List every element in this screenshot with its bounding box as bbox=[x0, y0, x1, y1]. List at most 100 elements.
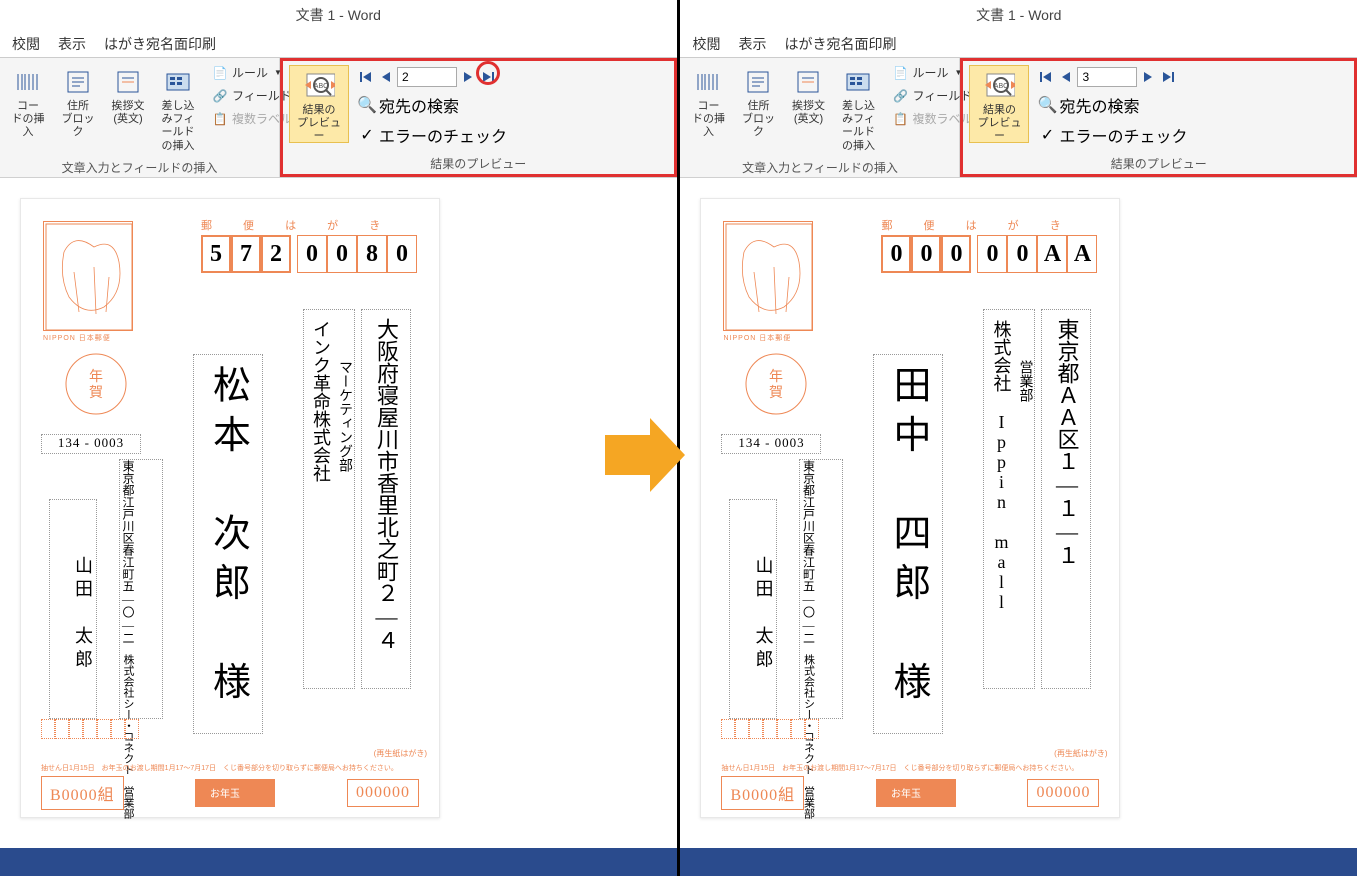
update-labels-icon: 📋 bbox=[892, 111, 908, 127]
next-record-button[interactable] bbox=[459, 68, 477, 86]
svg-text:年: 年 bbox=[769, 368, 783, 384]
recipient-name[interactable]: 田中 四郎 様 bbox=[873, 354, 943, 734]
document-area: NIPPON 日本郵便 年賀 郵 便 は が き 0 0 0 0 0 A A 東… bbox=[680, 178, 1357, 838]
prev-record-button[interactable] bbox=[377, 68, 395, 86]
recycled-label: (再生紙はがき) bbox=[1054, 748, 1107, 759]
sender-name[interactable]: 山田 太郎 bbox=[49, 499, 97, 719]
greeting-line-button[interactable]: 挨拶文 (英文) bbox=[786, 62, 830, 157]
recipient-address[interactable]: 東京都ＡＡ区１―１―１ bbox=[1041, 309, 1091, 689]
ribbon-group-label-preview: 結果のプレビュー bbox=[969, 153, 1348, 174]
tab-view[interactable]: 表示 bbox=[738, 34, 766, 54]
last-record-button[interactable] bbox=[1159, 68, 1177, 86]
sender-postal[interactable]: 134 - 0003 bbox=[41, 434, 141, 454]
barcode-insert-button[interactable]: コー ドの挿入 bbox=[686, 62, 730, 157]
address-block-button[interactable]: 住所 ブロック bbox=[56, 62, 100, 157]
ribbon: コー ドの挿入 住所 ブロック 挨拶文 (英文) 差し込みフィールド の挿入 bbox=[0, 58, 677, 178]
find-recipient-button[interactable]: 🔍宛先の検索 bbox=[1035, 91, 1191, 119]
postal-digit: 0 bbox=[1007, 235, 1037, 273]
recipient-address[interactable]: 大阪府寝屋川市香里北之町２―４ bbox=[361, 309, 411, 689]
transition-arrow-icon bbox=[600, 410, 690, 500]
record-number-input[interactable] bbox=[397, 67, 457, 87]
prev-record-button[interactable] bbox=[1057, 68, 1075, 86]
stamp-image bbox=[723, 221, 813, 331]
match-fields-icon: 🔗 bbox=[212, 88, 228, 104]
first-record-button[interactable] bbox=[357, 68, 375, 86]
nenga-mark: 年賀 bbox=[61, 349, 131, 419]
postal-digit: A bbox=[1037, 235, 1067, 273]
address-block-icon bbox=[62, 66, 94, 98]
ribbon-tabs: 校閲 表示 はがき宛名面印刷 bbox=[0, 30, 677, 58]
recipient-company[interactable]: インク革命株式会社 マーケティング部 bbox=[303, 309, 355, 689]
next-record-button[interactable] bbox=[1139, 68, 1157, 86]
update-labels-icon: 📋 bbox=[212, 111, 228, 127]
check-errors-icon: ✓ bbox=[1039, 127, 1055, 143]
recycled-label: (再生紙はがき) bbox=[374, 748, 427, 759]
preview-icon: ABC bbox=[303, 70, 335, 102]
tab-hagaki[interactable]: はがき宛名面印刷 bbox=[784, 34, 896, 54]
postal-digit: 8 bbox=[357, 235, 387, 273]
otoshidama-icon: お年玉 bbox=[195, 779, 275, 807]
titlebar: 文書 1 - Word bbox=[680, 0, 1357, 30]
sender-name[interactable]: 山田 太郎 bbox=[729, 499, 777, 719]
address-block-button[interactable]: 住所 ブロック bbox=[736, 62, 780, 157]
lottery-number: 000000 bbox=[347, 779, 419, 807]
postal-digit: 0 bbox=[941, 235, 971, 273]
barcode-insert-button[interactable]: コー ドの挿入 bbox=[6, 62, 50, 157]
stamp-area: NIPPON 日本郵便 bbox=[723, 221, 823, 351]
stamp-area: NIPPON 日本郵便 bbox=[43, 221, 143, 351]
hagaki-postcard: NIPPON 日本郵便 年賀 郵 便 は が き 0 0 0 0 0 A A 東… bbox=[700, 198, 1120, 818]
svg-text:賀: 賀 bbox=[769, 384, 783, 400]
last-record-button[interactable] bbox=[479, 68, 497, 86]
app-title: 文書 1 - Word bbox=[296, 5, 381, 25]
tab-view[interactable]: 表示 bbox=[58, 34, 86, 54]
lottery-footer-text: 抽せん日1月15日 お年玉のお渡し期間1月17～7月17日 くじ番号部分を切り取… bbox=[721, 763, 1099, 773]
svg-text:ABC: ABC bbox=[994, 83, 1008, 90]
check-errors-button[interactable]: ✓エラーのチェック bbox=[355, 121, 511, 149]
first-record-button[interactable] bbox=[1037, 68, 1055, 86]
tab-hagaki[interactable]: はがき宛名面印刷 bbox=[104, 34, 216, 54]
insert-merge-field-button[interactable]: 差し込みフィールド の挿入 bbox=[836, 62, 880, 157]
postal-digit: 0 bbox=[387, 235, 417, 273]
postal-digit: 0 bbox=[881, 235, 911, 273]
find-recipient-button[interactable]: 🔍宛先の検索 bbox=[355, 91, 511, 119]
svg-text:お年玉: お年玉 bbox=[210, 787, 240, 800]
lottery-footer-text: 抽せん日1月15日 お年玉のお渡し期間1月17～7月17日 くじ番号部分を切り取… bbox=[41, 763, 419, 773]
recipient-company[interactable]: 株式会社 Ippin mall 営業部 bbox=[983, 309, 1035, 689]
nippon-label: NIPPON 日本郵便 bbox=[723, 333, 823, 343]
sender-postal[interactable]: 134 - 0003 bbox=[721, 434, 821, 454]
nippon-label: NIPPON 日本郵便 bbox=[43, 333, 143, 343]
insert-merge-field-button[interactable]: 差し込みフィールド の挿入 bbox=[156, 62, 200, 157]
preview-results-button[interactable]: ABC 結果の プレビュー bbox=[289, 65, 349, 143]
greeting-icon bbox=[792, 66, 824, 98]
titlebar: 文書 1 - Word bbox=[0, 0, 677, 30]
preview-results-group: ABC 結果の プレビュー 🔍宛先の検索 ✓エラーのチェック bbox=[960, 58, 1357, 177]
tab-review[interactable]: 校閲 bbox=[12, 34, 40, 54]
ribbon-group-label-fields: 文章入力とフィールドの挿入 bbox=[6, 157, 273, 178]
sender-address[interactable]: 東京都江戸川区春江町五―〇―二 株式会社シー・コネクト 営業部 bbox=[799, 459, 843, 719]
tab-review[interactable]: 校閲 bbox=[692, 34, 720, 54]
svg-text:お年玉: お年玉 bbox=[891, 787, 921, 800]
yuubin-hagaki-label: 郵 便 は が き bbox=[881, 217, 1074, 233]
search-icon: 🔍 bbox=[359, 97, 375, 113]
svg-text:年: 年 bbox=[89, 368, 103, 384]
preview-results-group: ABC 結果の プレビュー 🔍宛先の検索 ✓エラーのチェック bbox=[280, 58, 677, 177]
recipient-name[interactable]: 松本 次郎 様 bbox=[193, 354, 263, 734]
preview-results-button[interactable]: ABC 結果の プレビュー bbox=[969, 65, 1029, 143]
app-title: 文書 1 - Word bbox=[976, 5, 1061, 25]
otoshidama-icon: お年玉 bbox=[876, 779, 956, 807]
postal-digit: 0 bbox=[297, 235, 327, 273]
merge-field-icon bbox=[162, 66, 194, 98]
sender-address[interactable]: 東京都江戸川区春江町五―〇―二 株式会社シー・コネクト 営業部 bbox=[119, 459, 163, 719]
check-errors-button[interactable]: ✓エラーのチェック bbox=[1035, 121, 1191, 149]
status-bar bbox=[0, 848, 677, 876]
greeting-line-button[interactable]: 挨拶文 (英文) bbox=[106, 62, 150, 157]
postal-code-boxes: 5 7 2 0 0 8 0 bbox=[201, 235, 417, 273]
postal-digit: 5 bbox=[201, 235, 231, 273]
postal-digit: 0 bbox=[327, 235, 357, 273]
sender-postal-boxes bbox=[721, 719, 819, 739]
lottery-row: B0000組 お年玉 000000 bbox=[721, 777, 1099, 809]
nenga-mark: 年賀 bbox=[741, 349, 811, 419]
match-fields-icon: 🔗 bbox=[892, 88, 908, 104]
record-number-input[interactable] bbox=[1077, 67, 1137, 87]
lottery-number: 000000 bbox=[1027, 779, 1099, 807]
